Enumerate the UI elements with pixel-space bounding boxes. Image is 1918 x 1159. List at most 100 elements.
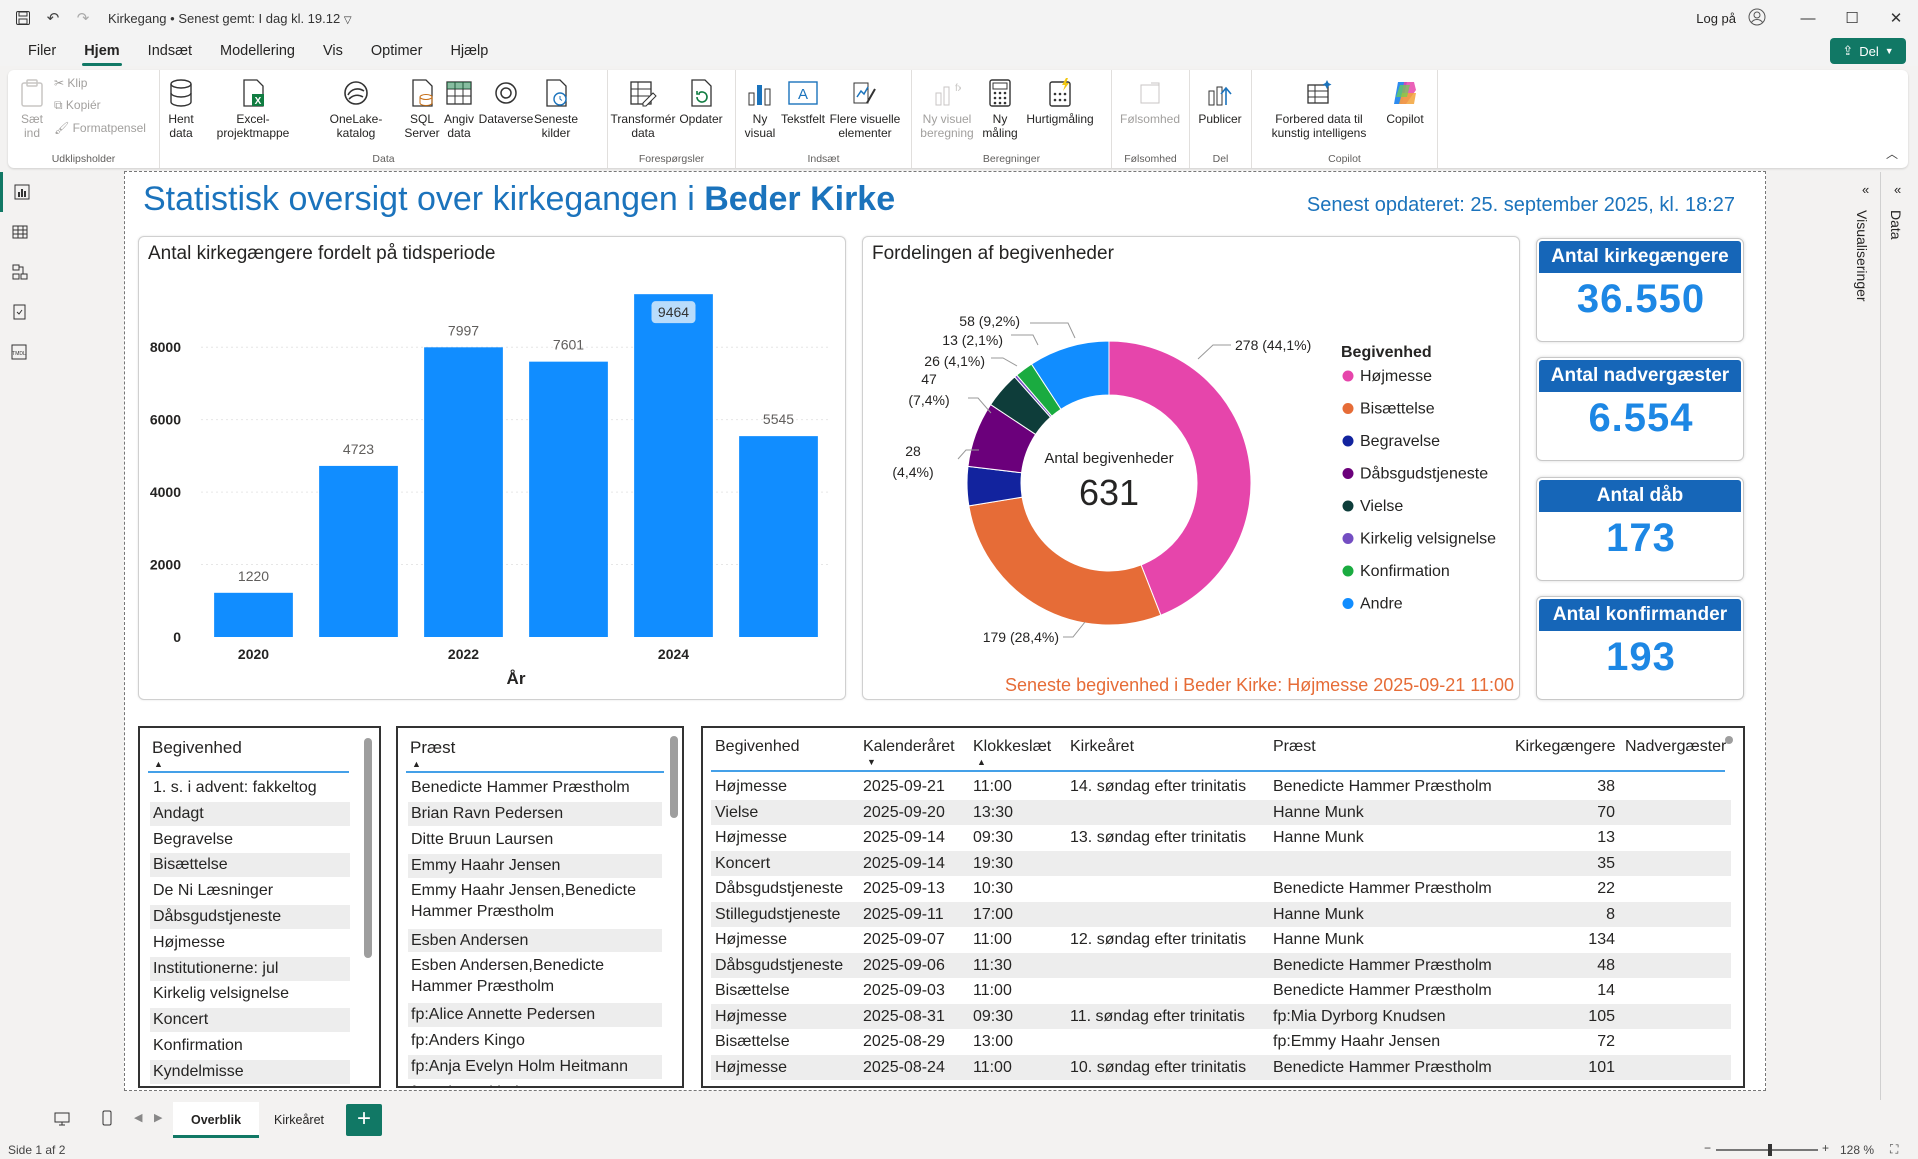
menu-home[interactable]: Hjem [70,36,133,66]
report-view-icon[interactable] [0,172,40,212]
close-icon[interactable]: ✕ [1874,9,1918,27]
zoom-slider-thumb[interactable] [1768,1144,1772,1156]
legend-marker[interactable] [1342,598,1354,609]
legend-item[interactable]: Bisættelse [1360,401,1435,418]
sort-asc-icon[interactable]: ▲ [154,759,163,769]
sign-in-link[interactable]: Log på [1696,11,1736,26]
maximize-icon[interactable]: ☐ [1830,9,1874,27]
slicer-item[interactable]: Højmesse [150,931,350,955]
menu-view[interactable]: Vis [309,36,357,66]
slicer-item[interactable]: Kirkelig velsignelse [150,982,350,1006]
column-header[interactable]: Præst [1273,738,1316,756]
visualizations-pane-tab[interactable]: Visualiseringer [1854,210,1870,302]
sort-asc-icon[interactable]: ▲ [412,759,421,769]
legend-marker[interactable] [1342,500,1354,512]
slicer-scrollbar[interactable] [670,736,678,818]
mobile-layout-icon[interactable] [102,1110,112,1131]
kpi-communicants[interactable]: Antal nadvergæster 6.554 [1536,357,1744,461]
bar[interactable] [634,294,713,637]
table-row[interactable]: Bisættelse 2025-08-29 13:00 fp:Emmy Haahr J… [711,1029,1731,1054]
copy-button[interactable]: ⧉ Kopiér [54,98,146,113]
page-tab-overview[interactable]: Overblik [173,1102,260,1138]
menu-modeling[interactable]: Modellering [206,36,309,66]
zoom-slider[interactable] [1716,1144,1818,1156]
kpi-churchgoers[interactable]: Antal kirkegængere 36.550 [1536,238,1744,342]
menu-help[interactable]: Hjælp [436,36,502,66]
legend-marker[interactable] [1342,370,1354,382]
slicer-item[interactable]: Esben Andersen,Benedicte Hammer Præstholm [408,955,662,1001]
legend-marker[interactable] [1342,533,1354,544]
slicer-item[interactable]: fp:Anja Stokholm [408,1081,662,1086]
legend-item[interactable]: Vielse [1360,498,1403,515]
slicer-item[interactable]: Bisættelse [150,853,350,878]
table-row[interactable]: Højmesse 2025-09-07 11:00 12. søndag efter … [711,927,1731,952]
slicer-item[interactable]: 1. s. i advent: fakkeltog [150,776,350,800]
slicer-item[interactable]: De Ni Læsninger [150,879,350,903]
tmdl-view-icon[interactable]: TMDL [0,332,40,372]
slicer-item[interactable]: Dåbsgudstjeneste [150,905,350,929]
page-tab-church-year[interactable]: Kirkeåret [256,1102,342,1138]
bar[interactable] [214,592,293,637]
add-page-button[interactable]: + [346,1104,382,1136]
slicer-item[interactable]: Brian Ravn Pedersen [408,802,662,826]
fit-page-icon[interactable]: ⛶ [1890,1142,1898,1157]
kpi-baptisms[interactable]: Antal dåb 173 [1536,477,1744,581]
table-row[interactable]: Vielse 2025-09-20 13:30 Hanne Munk 70 [711,799,1731,825]
slicer-item[interactable]: Koncert [150,1008,350,1033]
column-header[interactable]: Kirkegængere [1515,738,1616,756]
slicer-item[interactable]: Ditte Bruun Laursen [408,828,662,852]
legend-marker[interactable] [1342,435,1354,447]
bar[interactable] [424,347,503,637]
legend-item[interactable]: Dåbsgudstjeneste [1360,465,1488,483]
dax-query-view-icon[interactable] [0,292,40,332]
events-table[interactable]: Begivenhed Kalenderåret Klokkeslæt Kirkeåre… [701,726,1745,1088]
table-row[interactable]: Bisættelse 2025-09-03 11:00 Benedicte Hamme… [711,978,1731,1003]
format-painter-button[interactable]: 🖌 Formatpensel [54,121,146,135]
table-row[interactable]: Dåbsgudstjeneste 2025-09-06 11:30 Benedicte… [711,952,1731,978]
slicer-item[interactable]: Kyndelmisse [150,1059,350,1084]
bar[interactable] [529,361,608,637]
desktop-layout-icon[interactable] [54,1112,70,1131]
legend-item[interactable]: Kirkelig velsignelse [1360,531,1496,548]
collapse-data-icon[interactable]: « [1894,182,1901,197]
slicer-item[interactable]: Begravelse [150,828,350,852]
table-row[interactable]: Dåbsgudstjeneste 2025-09-13 10:30 Benedicte… [711,876,1731,901]
legend-item[interactable]: Begravelse [1360,433,1440,450]
priest-slicer[interactable]: Præst ▲ Benedicte Hammer Præstholm Brian … [396,726,684,1088]
zoom-in-icon[interactable]: + [1822,1141,1829,1155]
menu-file[interactable]: Filer [14,36,70,66]
legend-item[interactable]: Konfirmation [1360,563,1450,580]
save-icon[interactable] [8,3,38,33]
donut-slice[interactable] [968,496,1162,626]
slicer-item[interactable]: Esben Andersen [408,928,662,952]
table-row[interactable]: Koncert 2025-09-14 19:30 35 [711,850,1731,876]
bar[interactable] [319,465,398,637]
legend-item[interactable]: Andre [1360,596,1403,613]
table-view-icon[interactable] [0,212,40,252]
slicer-item[interactable]: Benedicte Hammer Præstholm [408,776,662,800]
bar[interactable] [739,436,818,637]
slicer-item[interactable]: Emmy Haahr Jensen,Benedicte Hammer Præsth… [408,880,662,926]
kpi-confirmands[interactable]: Antal konfirmander 193 [1536,596,1744,700]
slicer-item[interactable]: Konfirmation [150,1034,350,1058]
legend-marker[interactable] [1342,565,1354,577]
prev-page-icon[interactable]: ◀ [134,1111,142,1124]
menu-optimize[interactable]: Optimer [357,36,437,66]
menu-insert[interactable]: Indsæt [134,36,206,66]
slicer-item[interactable]: fp:Anja Evelyn Holm Heitmann [408,1055,662,1079]
column-header[interactable]: Klokkeslæt [973,738,1051,756]
minimize-icon[interactable]: — [1786,10,1830,27]
column-header[interactable]: Begivenhed [715,738,800,756]
table-row[interactable]: Højmesse 2025-09-21 11:00 14. søndag efter … [711,774,1731,799]
table-row[interactable]: Højmesse 2025-09-14 09:30 13. søndag efter … [711,825,1731,850]
table-row[interactable]: Højmesse 2025-08-24 11:00 10. søndag efter … [711,1054,1731,1080]
redo-icon[interactable]: ↷ [68,3,98,33]
slicer-item[interactable]: fp:Anders Kingo [408,1029,662,1053]
undo-icon[interactable]: ↶ [38,3,68,33]
slicer-item[interactable]: Andagt [150,801,350,826]
column-header[interactable]: Nadvergæster [1625,738,1726,756]
user-icon[interactable] [1748,8,1766,29]
legend-marker[interactable] [1342,468,1354,479]
table-row[interactable]: Stillegudstjeneste 2025-09-11 17:00 Hanne M… [711,901,1731,927]
sort-desc-icon[interactable]: ▲ [977,757,986,767]
